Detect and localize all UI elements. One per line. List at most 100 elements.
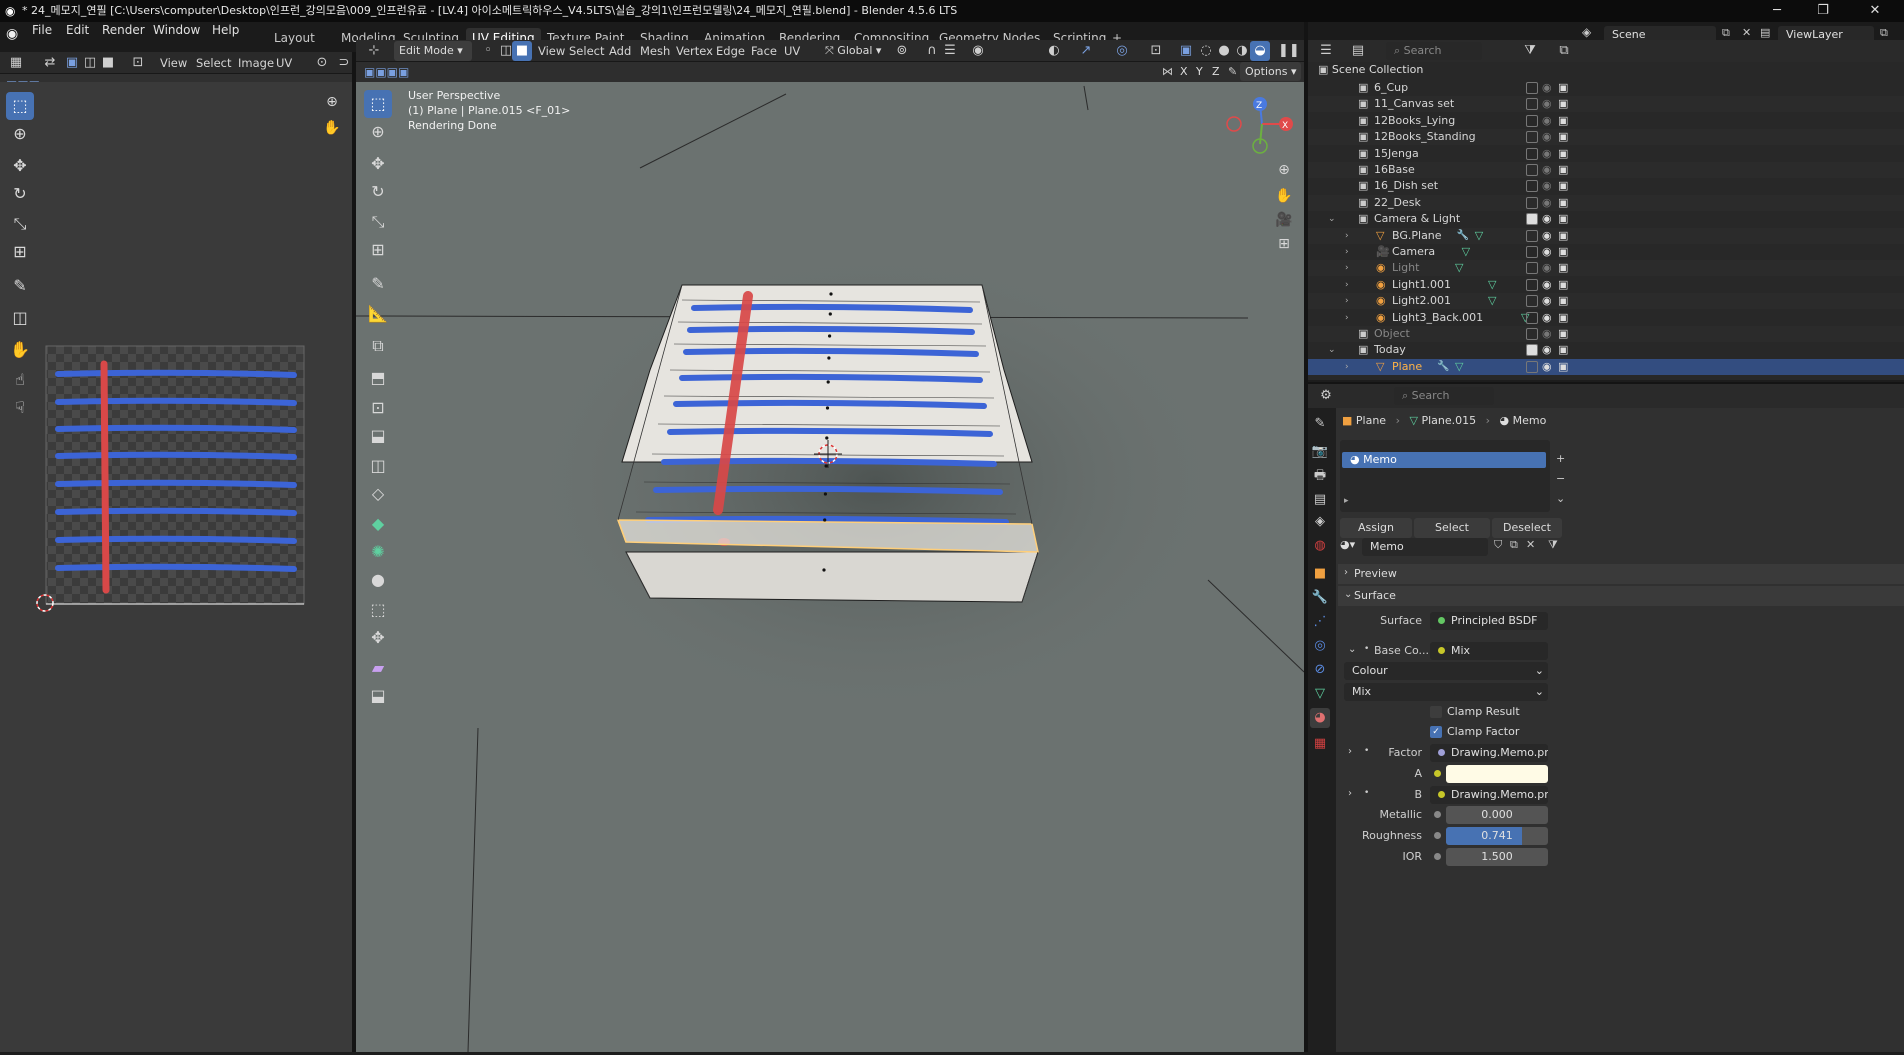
face-center-dot[interactable] bbox=[823, 518, 827, 522]
vp-menu-mesh[interactable]: Mesh bbox=[640, 44, 670, 58]
outliner-row[interactable]: › ◉ Light ▽ ◉ ▣ bbox=[1308, 260, 1904, 277]
visibility-eye-icon[interactable]: ◉ bbox=[1542, 162, 1552, 178]
vp-spin-tool-icon[interactable]: ✺ bbox=[364, 538, 392, 566]
tool-tab-icon[interactable]: ✎ bbox=[1310, 414, 1330, 434]
basecolor-expand-icon[interactable]: ⌄ bbox=[1348, 644, 1356, 655]
assign-button[interactable]: Assign bbox=[1340, 518, 1412, 538]
texture-tab-icon[interactable]: ▦ bbox=[1310, 734, 1330, 754]
snap-target-icon[interactable]: ☰ bbox=[940, 41, 960, 61]
visibility-eye-icon[interactable]: ◉ bbox=[1542, 260, 1552, 276]
exclude-checkbox[interactable] bbox=[1526, 196, 1538, 209]
a-color-swatch[interactable] bbox=[1446, 765, 1548, 783]
visibility-eye-icon[interactable]: ◉ bbox=[1542, 359, 1552, 375]
workspace-tab-layout[interactable]: Layout bbox=[268, 28, 321, 48]
expand-icon[interactable]: › bbox=[1345, 277, 1349, 293]
viewport-editor-type-icon[interactable]: ⊹ bbox=[364, 41, 384, 61]
modifier-tab-icon[interactable]: 🔧 bbox=[1310, 588, 1330, 608]
vp-move-tool-icon[interactable]: ✥ bbox=[364, 150, 392, 178]
zoom-icon[interactable]: ⊕ bbox=[318, 88, 346, 116]
collapse-icon[interactable]: ⌄ bbox=[1328, 211, 1336, 227]
outliner-row[interactable]: › ◉ Light1.001 ▽ ◉ ▣ bbox=[1308, 277, 1904, 293]
edge-select-icon[interactable]: ◫ bbox=[80, 53, 100, 73]
visibility-eye-icon[interactable]: ◉ bbox=[1542, 129, 1552, 145]
options-dropdown[interactable]: Options ▾ bbox=[1240, 62, 1302, 81]
face-mode-icon[interactable]: ■ bbox=[512, 41, 532, 61]
output-tab-icon[interactable]: 🖶 bbox=[1310, 466, 1330, 486]
outliner-row[interactable]: › ▽ BG.Plane 🔧 ▽ ◉ ▣ bbox=[1308, 227, 1904, 244]
remove-slot-icon[interactable]: − bbox=[1556, 472, 1565, 485]
visibility-eye-icon[interactable]: ◉ bbox=[1542, 113, 1552, 129]
surface-panel[interactable]: ⌄ Surface bbox=[1338, 586, 1904, 606]
move-tool-icon[interactable]: ✥ bbox=[6, 152, 34, 180]
outliner-editor-type-icon[interactable]: ☰ bbox=[1316, 41, 1336, 61]
maximize-button[interactable]: ❐ bbox=[1800, 0, 1846, 22]
clamp-result-checkbox[interactable] bbox=[1430, 706, 1442, 718]
render-camera-icon[interactable]: ▣ bbox=[1558, 129, 1568, 145]
visibility-eye-icon[interactable]: ◉ bbox=[1542, 178, 1552, 194]
outliner-row[interactable]: ⌄ ▣ Today ◉ ▣ bbox=[1308, 342, 1904, 358]
mesh-overlay-icon[interactable]: ⊡ bbox=[1146, 41, 1166, 61]
delete-scene-icon[interactable]: ✕ bbox=[1742, 26, 1751, 39]
constraints-tab-icon[interactable]: ⊘ bbox=[1310, 660, 1330, 680]
exclude-checkbox[interactable] bbox=[1526, 278, 1538, 291]
new-collection-icon[interactable]: ⧉ bbox=[1554, 41, 1574, 61]
uv-menu-uv[interactable]: UV bbox=[276, 56, 292, 70]
uv-menu-select[interactable]: Select bbox=[196, 56, 231, 70]
wrench-icon[interactable]: ✎ bbox=[1228, 65, 1237, 78]
material-name-field[interactable]: Memo bbox=[1362, 538, 1488, 556]
visibility-eye-icon[interactable]: ◉ bbox=[1542, 326, 1552, 342]
world-tab-icon[interactable]: ◍ bbox=[1310, 536, 1330, 556]
new-view-layer-icon[interactable]: ⧉ bbox=[1880, 26, 1888, 40]
shading-options-icon[interactable]: ❚❚ bbox=[1278, 41, 1300, 61]
filter-icon[interactable]: ⧩ bbox=[1520, 41, 1540, 61]
properties-editor-type-icon[interactable]: ⚙ bbox=[1316, 386, 1336, 406]
visibility-eye-icon[interactable]: ◉ bbox=[1542, 228, 1552, 244]
vp-knife-tool-icon[interactable]: ◇ bbox=[364, 480, 392, 508]
exclude-checkbox[interactable] bbox=[1526, 164, 1538, 176]
expand-icon[interactable]: › bbox=[1345, 228, 1349, 244]
scene-tab-icon[interactable]: ◈ bbox=[1310, 512, 1330, 532]
outliner-row[interactable]: ▣ 6_Cup ◉ ▣ bbox=[1308, 80, 1904, 96]
outliner-row[interactable]: ▣ 15Jenga ◉ ▣ bbox=[1308, 146, 1904, 162]
browse-material-icon[interactable]: ◕▾ bbox=[1340, 538, 1355, 551]
material-slot-item[interactable]: ◕ Memo bbox=[1342, 452, 1546, 468]
face-center-dot[interactable] bbox=[824, 464, 828, 468]
relax-tool-icon[interactable]: ☝ bbox=[6, 366, 34, 394]
wireframe-shading-icon[interactable]: ◌ bbox=[1196, 41, 1216, 61]
outliner-row[interactable]: ▣ 12Books_Lying ◉ ▣ bbox=[1308, 113, 1904, 129]
new-scene-icon[interactable]: ⧉ bbox=[1722, 26, 1730, 40]
annotate-tool-icon[interactable]: ✎ bbox=[6, 272, 34, 300]
visibility-eye-icon[interactable]: ◉ bbox=[1542, 310, 1552, 326]
expand-icon[interactable]: › bbox=[1345, 244, 1349, 260]
render-camera-icon[interactable]: ▣ bbox=[1558, 359, 1568, 375]
vp-transform-tool-icon[interactable]: ⊞ bbox=[364, 236, 392, 264]
face-center-dot[interactable] bbox=[829, 292, 833, 296]
data-tab-icon[interactable]: ▽ bbox=[1310, 684, 1330, 704]
vp-inset-tool-icon[interactable]: ⊡ bbox=[364, 394, 392, 422]
outliner-row[interactable]: ▣ Object ◉ ▣ bbox=[1308, 326, 1904, 342]
outliner-row[interactable]: ▣ 22_Desk ◉ ▣ bbox=[1308, 194, 1904, 211]
visibility-eye-icon[interactable]: ◉ bbox=[1542, 342, 1552, 358]
outliner-row[interactable]: ▣ 11_Canvas set ◉ ▣ bbox=[1308, 96, 1904, 113]
exclude-checkbox[interactable] bbox=[1526, 262, 1538, 275]
material-filter-icon[interactable]: ⧩ bbox=[1548, 538, 1558, 552]
expand-icon[interactable]: › bbox=[1345, 359, 1349, 375]
face-center-dot[interactable] bbox=[825, 436, 829, 440]
view-layer-tab-icon[interactable]: ▤ bbox=[1310, 490, 1330, 510]
outliner-row[interactable]: ▣ 16_Dish set ◉ ▣ bbox=[1308, 178, 1904, 194]
visibility-eye-icon[interactable]: ◉ bbox=[1542, 211, 1552, 227]
render-camera-icon[interactable]: ▣ bbox=[1558, 293, 1568, 309]
render-tab-icon[interactable]: 📷 bbox=[1310, 442, 1330, 462]
render-camera-icon[interactable]: ▣ bbox=[1558, 162, 1568, 178]
visibility-icon[interactable]: ◐ bbox=[1044, 41, 1064, 61]
axis-z-toggle[interactable]: Z bbox=[1212, 65, 1220, 78]
transform-tool-icon[interactable]: ⊞ bbox=[6, 238, 34, 266]
render-camera-icon[interactable]: ▣ bbox=[1558, 260, 1568, 276]
render-camera-icon[interactable]: ▣ bbox=[1558, 146, 1568, 162]
face-select-icon[interactable]: ■ bbox=[98, 53, 118, 73]
blender-menu-icon[interactable]: ◉ bbox=[6, 26, 18, 42]
vp-add-cube-tool-icon[interactable]: ⧉ bbox=[364, 332, 392, 360]
add-slot-icon[interactable]: + bbox=[1556, 452, 1565, 465]
exclude-checkbox[interactable] bbox=[1526, 344, 1538, 357]
vp-rotate-tool-icon[interactable]: ↻ bbox=[364, 178, 392, 206]
